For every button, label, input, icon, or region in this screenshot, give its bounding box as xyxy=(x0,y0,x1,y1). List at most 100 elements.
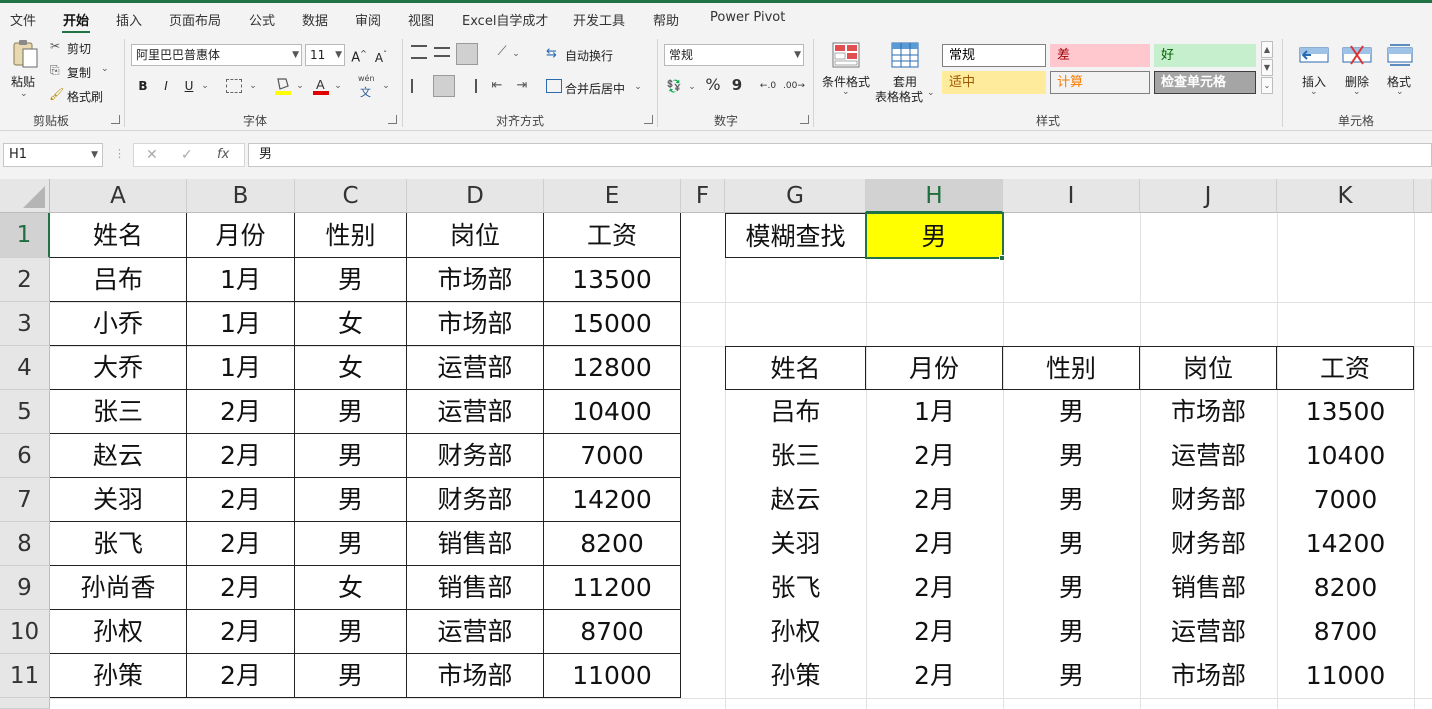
source-cell-month[interactable]: 2月 xyxy=(187,654,295,698)
source-cell-dept[interactable]: 市场部 xyxy=(407,302,544,346)
styles-scroll-up-icon[interactable]: ▲ xyxy=(1261,41,1273,58)
align-center-icon[interactable] xyxy=(433,75,455,97)
number-launcher-icon[interactable] xyxy=(800,115,809,124)
font-color-dropdown-icon[interactable]: ⌄ xyxy=(332,77,344,95)
source-cell-salary[interactable]: 10400 xyxy=(544,390,681,434)
format-cells-icon[interactable] xyxy=(1386,42,1414,68)
font-name-select[interactable]: 阿里巴巴普惠体 ▼ xyxy=(131,44,302,66)
tab-insert[interactable]: 插入 xyxy=(116,10,142,29)
row-header-4[interactable]: 4 xyxy=(0,346,50,390)
fill-color-icon[interactable] xyxy=(274,76,292,96)
underline-dropdown-icon[interactable]: ⌄ xyxy=(199,77,211,95)
underline-button[interactable]: U xyxy=(181,77,197,95)
result-cell-dept[interactable]: 运营部 xyxy=(1140,610,1277,654)
result-cell-name[interactable]: 赵云 xyxy=(725,478,866,522)
source-cell-gender[interactable]: 女 xyxy=(295,302,407,346)
result-cell-month[interactable]: 2月 xyxy=(866,522,1003,566)
table-format-icon[interactable] xyxy=(891,42,919,68)
source-cell-salary[interactable]: 8700 xyxy=(544,610,681,654)
source-cell-name[interactable]: 张飞 xyxy=(50,522,187,566)
source-cell-gender[interactable]: 女 xyxy=(295,346,407,390)
row-header-7[interactable]: 7 xyxy=(0,478,50,522)
source-header-salary[interactable]: 工资 xyxy=(544,213,681,258)
source-cell-month[interactable]: 1月 xyxy=(187,258,295,302)
number-format-select[interactable]: 常规 ▼ xyxy=(664,44,804,66)
style-good[interactable]: 好 xyxy=(1154,44,1256,67)
result-cell-salary[interactable]: 13500 xyxy=(1277,390,1414,434)
increase-indent-icon[interactable]: ⇥ xyxy=(512,77,532,95)
row-header-partial[interactable] xyxy=(0,698,50,709)
source-cell-name[interactable]: 孙策 xyxy=(50,654,187,698)
align-top-icon[interactable] xyxy=(411,45,427,59)
result-cell-gender[interactable]: 男 xyxy=(1003,566,1140,610)
column-header-j[interactable]: J xyxy=(1140,179,1277,213)
source-cell-dept[interactable]: 销售部 xyxy=(407,522,544,566)
decrease-decimal-icon[interactable]: .00→ xyxy=(783,77,805,95)
source-cell-gender[interactable]: 男 xyxy=(295,258,407,302)
source-cell-gender[interactable]: 男 xyxy=(295,522,407,566)
wrap-text-button[interactable]: 自动换行 xyxy=(565,47,613,64)
column-header-e[interactable]: E xyxy=(544,179,681,213)
italic-button[interactable]: I xyxy=(158,77,174,95)
conditional-format-dropdown-icon[interactable]: ⌄ xyxy=(842,87,850,97)
source-cell-month[interactable]: 1月 xyxy=(187,346,295,390)
source-cell-dept[interactable]: 财务部 xyxy=(407,434,544,478)
clipboard-launcher-icon[interactable] xyxy=(111,115,120,124)
source-header-dept[interactable]: 岗位 xyxy=(407,213,544,258)
result-cell-salary[interactable]: 10400 xyxy=(1277,434,1414,478)
align-middle-icon[interactable] xyxy=(434,47,450,57)
result-cell-dept[interactable]: 财务部 xyxy=(1140,522,1277,566)
currency-icon[interactable]: 💱 xyxy=(665,77,683,95)
source-cell-gender[interactable]: 男 xyxy=(295,478,407,522)
result-cell-name[interactable]: 孙权 xyxy=(725,610,866,654)
source-cell-name[interactable]: 孙尚香 xyxy=(50,566,187,610)
result-cell-salary[interactable]: 7000 xyxy=(1277,478,1414,522)
scissors-icon[interactable]: ✂ xyxy=(50,39,60,53)
copy-icon[interactable]: ⎘ xyxy=(50,63,60,78)
tab-power-pivot[interactable]: Power Pivot xyxy=(710,10,785,25)
source-cell-salary[interactable]: 12800 xyxy=(544,346,681,390)
result-cell-salary[interactable]: 8200 xyxy=(1277,566,1414,610)
source-cell-salary[interactable]: 13500 xyxy=(544,258,681,302)
tab-home[interactable]: 开始 xyxy=(63,10,89,29)
row-header-1[interactable]: 1 xyxy=(0,213,50,258)
source-cell-gender[interactable]: 男 xyxy=(295,610,407,654)
result-cell-name[interactable]: 孙策 xyxy=(725,654,866,698)
source-cell-dept[interactable]: 运营部 xyxy=(407,610,544,654)
source-cell-month[interactable]: 2月 xyxy=(187,566,295,610)
row-header-9[interactable]: 9 xyxy=(0,566,50,610)
wrap-text-icon[interactable]: ⇆ xyxy=(546,46,557,61)
column-header-partial[interactable] xyxy=(1414,179,1432,213)
name-box[interactable]: H1 ▼ xyxy=(3,143,103,167)
styles-more-icon[interactable]: ⌄ xyxy=(1261,77,1273,94)
format-dropdown-icon[interactable]: ⌄ xyxy=(1396,87,1404,97)
result-cell-dept[interactable]: 运营部 xyxy=(1140,434,1277,478)
bold-button[interactable]: B xyxy=(135,77,151,95)
cancel-entry-icon[interactable]: ✕ xyxy=(146,147,158,163)
column-header-h[interactable]: H xyxy=(866,179,1003,213)
source-header-gender[interactable]: 性别 xyxy=(295,213,407,258)
cut-button[interactable]: 剪切 xyxy=(67,40,91,57)
result-cell-gender[interactable]: 男 xyxy=(1003,610,1140,654)
tab-file[interactable]: 文件 xyxy=(10,10,36,29)
result-cell-month[interactable]: 2月 xyxy=(866,478,1003,522)
source-cell-dept[interactable]: 市场部 xyxy=(407,258,544,302)
fill-color-dropdown-icon[interactable]: ⌄ xyxy=(294,77,306,95)
result-cell-name[interactable]: 吕布 xyxy=(725,390,866,434)
row-header-3[interactable]: 3 xyxy=(0,302,50,346)
result-header-month[interactable]: 月份 xyxy=(866,346,1003,390)
source-cell-gender[interactable]: 男 xyxy=(295,654,407,698)
tab-excel-self-study[interactable]: Excel自学成才 xyxy=(462,10,548,29)
row-header-11[interactable]: 11 xyxy=(0,654,50,698)
column-header-b[interactable]: B xyxy=(187,179,295,213)
source-cell-salary[interactable]: 8200 xyxy=(544,522,681,566)
currency-dropdown-icon[interactable]: ⌄ xyxy=(686,78,698,96)
result-cell-month[interactable]: 1月 xyxy=(866,390,1003,434)
result-header-salary[interactable]: 工资 xyxy=(1277,346,1414,390)
phonetic-dropdown-icon[interactable]: ⌄ xyxy=(380,77,392,95)
style-calculation[interactable]: 计算 xyxy=(1050,71,1150,94)
percent-button[interactable]: % xyxy=(704,76,722,94)
confirm-entry-icon[interactable]: ✓ xyxy=(181,147,193,163)
borders-dropdown-icon[interactable]: ⌄ xyxy=(247,77,259,95)
source-cell-salary[interactable]: 11000 xyxy=(544,654,681,698)
